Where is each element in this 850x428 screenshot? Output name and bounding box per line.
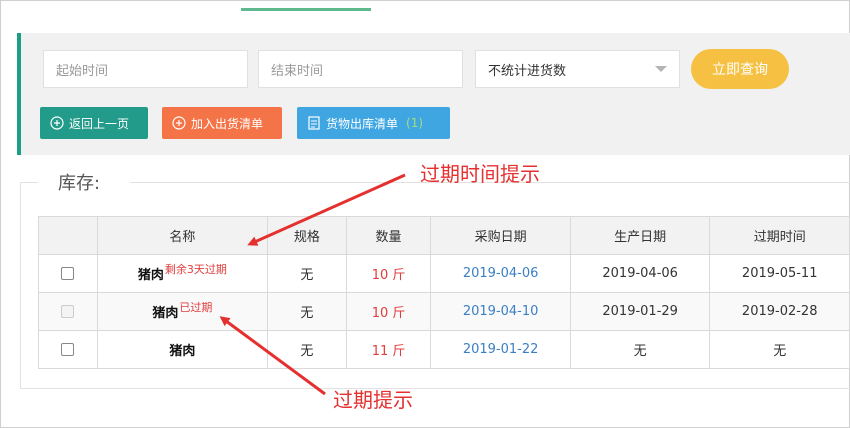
annotation-expiry-time-hint: 过期时间提示 [420,162,540,186]
annotation-expired-hint: 过期提示 [333,388,413,412]
annotation-arrows [219,173,406,396]
arrow-to-expired-hint [219,316,326,396]
arrow-to-expiry-hint [247,173,406,246]
